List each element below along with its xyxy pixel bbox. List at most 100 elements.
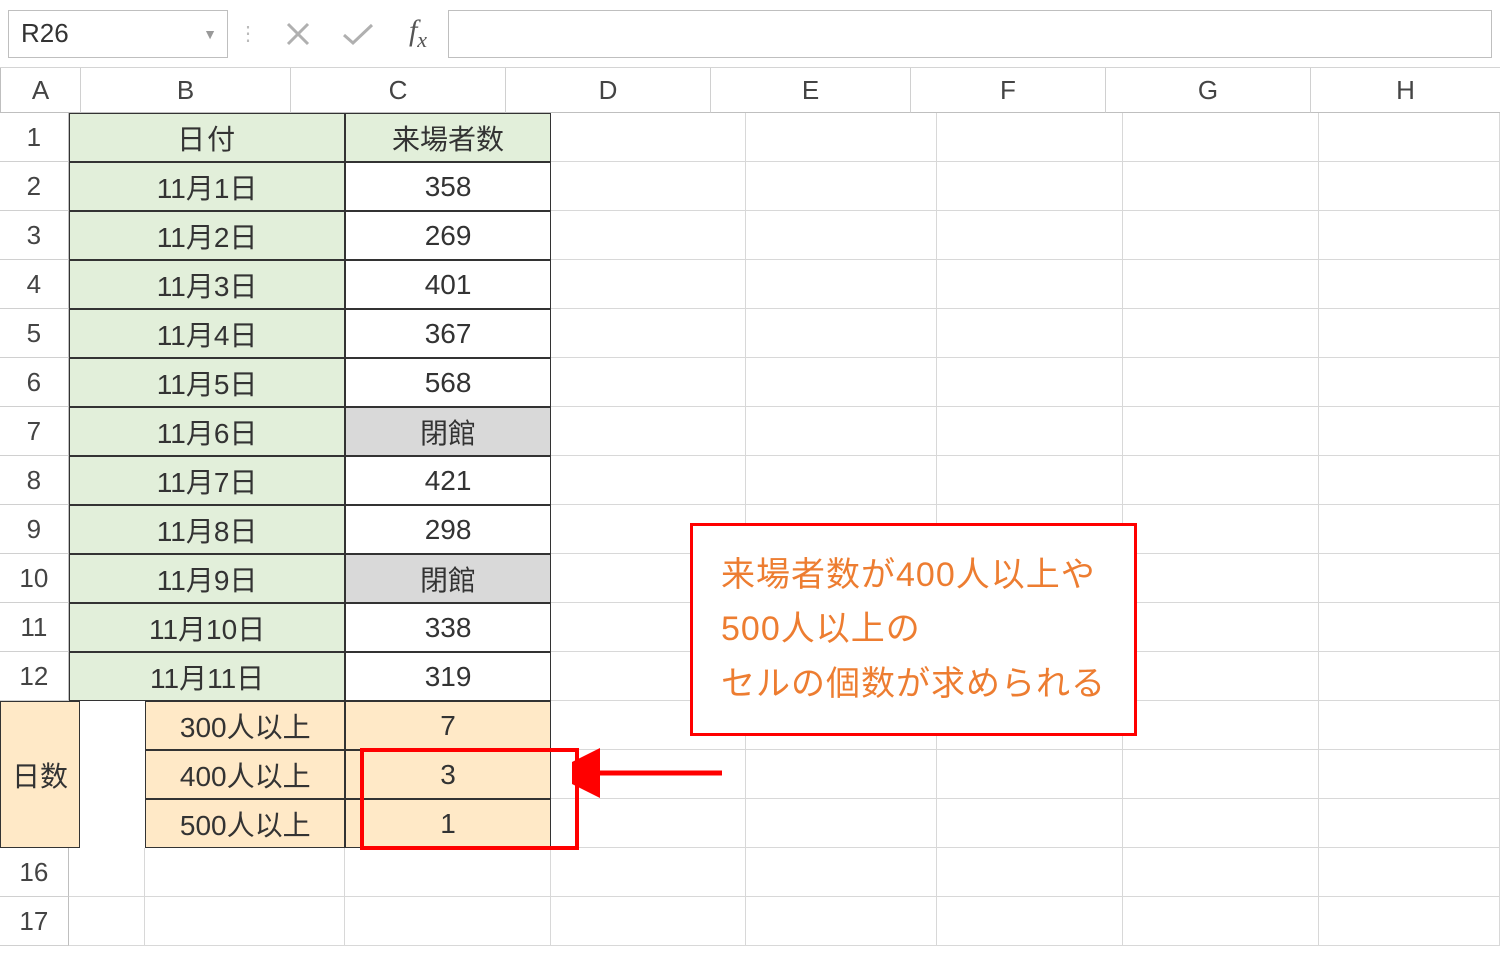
formula-input[interactable]	[448, 10, 1492, 58]
empty-cell[interactable]	[746, 456, 937, 505]
column-header-E[interactable]: E	[711, 68, 911, 113]
visitors-cell[interactable]: 358	[345, 162, 550, 211]
empty-cell[interactable]	[1319, 652, 1500, 701]
row-header-11[interactable]: 11	[0, 603, 69, 652]
row-header-8[interactable]: 8	[0, 456, 69, 505]
empty-cell[interactable]	[746, 211, 937, 260]
date-cell[interactable]: 11月8日	[69, 505, 346, 554]
column-header-F[interactable]: F	[911, 68, 1106, 113]
empty-cell[interactable]	[1123, 407, 1319, 456]
header-date[interactable]: 日付	[69, 113, 346, 162]
empty-cell[interactable]	[1123, 162, 1319, 211]
summary-condition[interactable]: 400人以上	[145, 750, 345, 799]
visitors-cell[interactable]: 401	[345, 260, 550, 309]
empty-cell[interactable]	[1319, 554, 1500, 603]
visitors-cell[interactable]: 269	[345, 211, 550, 260]
visitors-cell[interactable]: 319	[345, 652, 550, 701]
empty-cell[interactable]	[551, 897, 747, 946]
empty-cell[interactable]	[1123, 358, 1319, 407]
empty-cell[interactable]	[746, 750, 937, 799]
empty-cell[interactable]	[1319, 113, 1500, 162]
date-cell[interactable]: 11月9日	[69, 554, 346, 603]
empty-cell[interactable]	[1123, 701, 1319, 750]
empty-cell[interactable]	[937, 750, 1123, 799]
empty-cell[interactable]	[1123, 309, 1319, 358]
empty-cell[interactable]	[1319, 407, 1500, 456]
name-box[interactable]: R26 ▼	[8, 10, 228, 58]
empty-cell[interactable]	[551, 750, 747, 799]
summary-label[interactable]: 日数	[0, 701, 80, 848]
empty-cell[interactable]	[1319, 897, 1500, 946]
empty-cell[interactable]	[937, 358, 1123, 407]
empty-cell[interactable]	[746, 113, 937, 162]
date-cell[interactable]: 11月2日	[69, 211, 346, 260]
visitors-cell[interactable]: 367	[345, 309, 550, 358]
column-header-H[interactable]: H	[1311, 68, 1500, 113]
row-header-3[interactable]: 3	[0, 211, 69, 260]
row-header-16[interactable]: 16	[0, 848, 69, 897]
empty-cell[interactable]	[551, 162, 747, 211]
empty-cell[interactable]	[746, 799, 937, 848]
empty-cell[interactable]	[1123, 505, 1319, 554]
empty-cell[interactable]	[937, 848, 1123, 897]
empty-cell[interactable]	[1319, 799, 1500, 848]
column-header-A[interactable]: A	[1, 68, 81, 113]
empty-cell[interactable]	[1123, 750, 1319, 799]
empty-cell[interactable]	[1123, 260, 1319, 309]
empty-cell[interactable]	[551, 260, 747, 309]
empty-cell[interactable]	[551, 799, 747, 848]
empty-cell[interactable]	[1319, 358, 1500, 407]
row-header-5[interactable]: 5	[0, 309, 69, 358]
empty-cell[interactable]	[746, 848, 937, 897]
empty-cell[interactable]	[1319, 750, 1500, 799]
header-visitors[interactable]: 来場者数	[345, 113, 550, 162]
summary-condition[interactable]: 500人以上	[145, 799, 345, 848]
empty-cell[interactable]	[551, 358, 747, 407]
empty-cell[interactable]	[551, 309, 747, 358]
column-header-C[interactable]: C	[291, 68, 506, 113]
name-box-dropdown-icon[interactable]: ▼	[203, 26, 217, 42]
empty-cell[interactable]	[937, 113, 1123, 162]
date-cell[interactable]: 11月11日	[69, 652, 346, 701]
empty-cell[interactable]	[746, 358, 937, 407]
empty-cell[interactable]	[937, 407, 1123, 456]
empty-cell[interactable]	[746, 309, 937, 358]
column-header-B[interactable]: B	[81, 68, 291, 113]
empty-cell[interactable]	[1319, 848, 1500, 897]
empty-cell[interactable]	[937, 309, 1123, 358]
empty-cell[interactable]	[69, 897, 145, 946]
empty-cell[interactable]	[1319, 211, 1500, 260]
empty-cell[interactable]	[551, 407, 747, 456]
summary-condition[interactable]: 300人以上	[145, 701, 345, 750]
row-header-17[interactable]: 17	[0, 897, 69, 946]
empty-cell[interactable]	[1319, 701, 1500, 750]
empty-cell[interactable]	[746, 162, 937, 211]
row-header-4[interactable]: 4	[0, 260, 69, 309]
empty-cell[interactable]	[746, 407, 937, 456]
summary-count[interactable]: 3	[345, 750, 550, 799]
row-header-10[interactable]: 10	[0, 554, 69, 603]
empty-cell[interactable]	[551, 113, 747, 162]
empty-cell[interactable]	[1319, 260, 1500, 309]
empty-cell[interactable]	[1123, 113, 1319, 162]
visitors-cell[interactable]: 閉館	[345, 554, 550, 603]
visitors-cell[interactable]: 338	[345, 603, 550, 652]
empty-cell[interactable]	[937, 799, 1123, 848]
column-header-G[interactable]: G	[1106, 68, 1311, 113]
empty-cell[interactable]	[1123, 848, 1319, 897]
empty-cell[interactable]	[1123, 603, 1319, 652]
visitors-cell[interactable]: 298	[345, 505, 550, 554]
date-cell[interactable]: 11月7日	[69, 456, 346, 505]
empty-cell[interactable]	[69, 848, 145, 897]
empty-cell[interactable]	[937, 456, 1123, 505]
insert-function-button[interactable]: fx	[388, 10, 448, 58]
visitors-cell[interactable]: 568	[345, 358, 550, 407]
row-header-2[interactable]: 2	[0, 162, 69, 211]
empty-cell[interactable]	[746, 897, 937, 946]
row-header-9[interactable]: 9	[0, 505, 69, 554]
empty-cell[interactable]	[1123, 799, 1319, 848]
empty-cell[interactable]	[551, 848, 747, 897]
date-cell[interactable]: 11月10日	[69, 603, 346, 652]
column-header-D[interactable]: D	[506, 68, 711, 113]
empty-cell[interactable]	[1123, 554, 1319, 603]
